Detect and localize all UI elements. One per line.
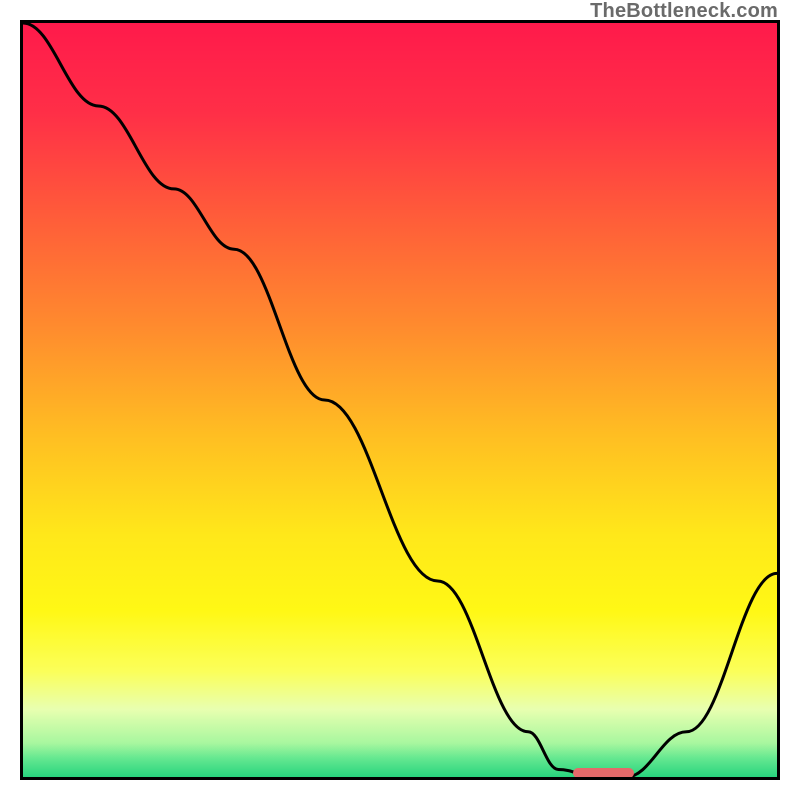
chart-container: TheBottleneck.com — [0, 0, 800, 800]
plot-area — [20, 20, 780, 780]
optimal-marker — [573, 768, 633, 778]
bottleneck-curve — [23, 23, 777, 777]
curve-layer — [23, 23, 777, 777]
